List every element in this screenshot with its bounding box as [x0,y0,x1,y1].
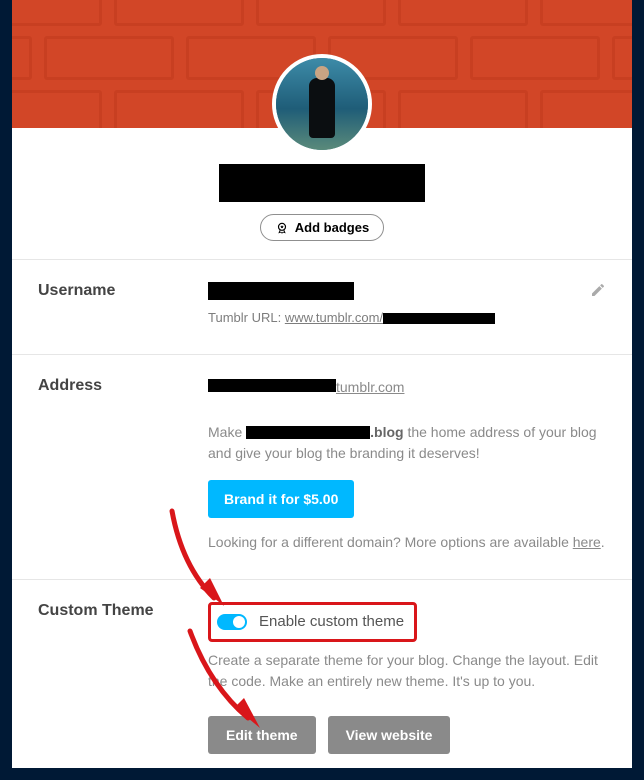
address-pitch: Make .blog the home address of your blog… [208,422,606,464]
more-domains-link[interactable]: here [573,534,601,550]
address-body: tumblr.com Make .blog the home address o… [208,377,606,553]
section-username: Username Tumblr URL: www.tumblr.com/ [12,259,632,354]
custom-theme-body: Enable custom theme Create a separate th… [208,602,606,755]
custom-theme-description: Create a separate theme for your blog. C… [208,650,606,692]
enable-theme-highlight: Enable custom theme [208,602,417,643]
view-website-button[interactable]: View website [328,716,451,754]
blog-name-redacted [219,164,425,202]
tumblr-url-row: Tumblr URL: www.tumblr.com/ [208,308,590,328]
section-address: Address tumblr.com Make .blog the home a… [12,354,632,579]
username-body: Tumblr URL: www.tumblr.com/ [208,282,590,328]
edit-theme-button[interactable]: Edit theme [208,716,316,754]
username-label: Username [38,282,208,328]
add-badges-label: Add badges [295,220,369,235]
theme-buttons-row: Edit theme View website [208,716,606,754]
avatar[interactable] [272,54,372,154]
edit-username-button[interactable] [590,282,606,328]
enable-theme-label: Enable custom theme [259,611,404,634]
more-domains-text: Looking for a different domain? More opt… [208,532,606,553]
badge-ribbon-icon [275,221,289,235]
pencil-icon [590,282,606,298]
settings-page: Add badges Username Tumblr URL: www.tumb… [12,0,632,768]
tumblr-url-prefix: Tumblr URL: [208,310,281,325]
enable-theme-toggle[interactable] [217,614,247,630]
custom-theme-label: Custom Theme [38,602,208,755]
tumblr-url-link[interactable]: www.tumblr.com/ [285,310,495,325]
section-custom-theme: Custom Theme Enable custom theme Create … [12,579,632,780]
address-label: Address [38,377,208,553]
add-badges-button[interactable]: Add badges [260,214,384,241]
brand-it-button[interactable]: Brand it for $5.00 [208,480,354,518]
address-domain-link[interactable]: tumblr.com [208,379,404,395]
username-value-redacted [208,282,354,300]
avatar-image [276,58,368,150]
